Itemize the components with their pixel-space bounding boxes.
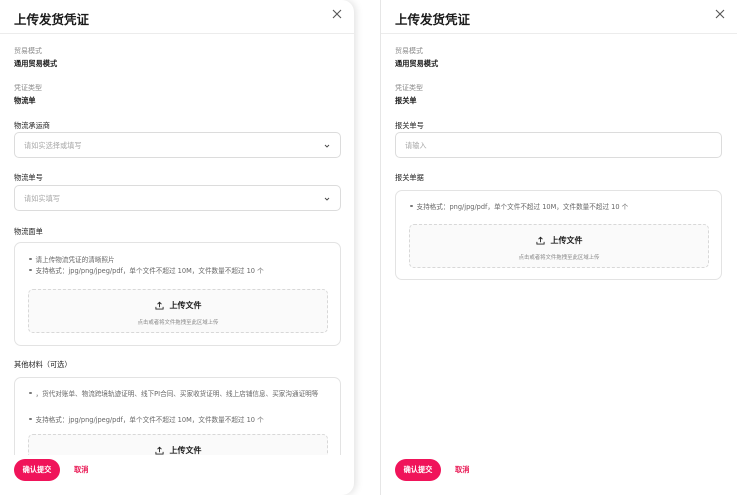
voucher-type-label: 凭证类型 (395, 84, 423, 92)
voucher-type-value: 报关单 (395, 96, 417, 105)
trade-mode-value: 通用贸易模式 (14, 59, 58, 68)
trade-mode-value: 通用贸易模式 (395, 59, 439, 68)
customs-doc-upload-box: 支持格式：png/jpg/pdf，单个文件不超过 10M，文件数量不超过 10 … (395, 190, 722, 280)
upload-button[interactable]: 上传文件 (29, 300, 327, 311)
upload-voucher-dialog-customs: 上传发货凭证 贸易模式 通用贸易模式 凭证类型 报关单 报关单号 请输入 报关单… (380, 0, 737, 495)
other-bullet: 支持格式：jpg/png/jpeg/pdf，单个文件不超过 10M，文件数量不超… (29, 416, 264, 425)
waybill-label: 物流面单 (14, 227, 43, 236)
carrier-placeholder: 请如实选择或填写 (24, 141, 82, 150)
dialog-title: 上传发货凭证 (395, 12, 471, 27)
other-materials-box: ，货代对账单、物流跨境轨迹证明、线下PI合同、买家收货证明、线上店铺信息、买家沟… (14, 377, 341, 455)
other-bullet: ，货代对账单、物流跨境轨迹证明、线下PI合同、买家收货证明、线上店铺信息、买家沟… (29, 390, 329, 399)
other-materials-label: 其他材料（可选） (14, 360, 72, 369)
cancel-button[interactable]: 取消 (74, 459, 88, 481)
carrier-label: 物流承运商 (14, 121, 50, 130)
trade-mode-label: 贸易模式 (14, 47, 42, 55)
upload-button[interactable]: 上传文件 (29, 445, 327, 455)
upload-icon (535, 236, 545, 245)
customs-no-label: 报关单号 (395, 121, 424, 130)
customs-doc-label: 报关单据 (395, 173, 424, 182)
dialog-body: 贸易模式 通用贸易模式 凭证类型 物流单 物流承运商 请如实选择或填写 物流单号… (0, 34, 354, 455)
tracking-label: 物流单号 (14, 173, 43, 182)
tracking-placeholder: 请如实填写 (24, 194, 60, 203)
waybill-bullet: 支持格式：jpg/png/jpeg/pdf，单个文件不超过 10M，文件数量不超… (29, 267, 264, 276)
chevron-down-icon (324, 144, 330, 148)
customs-bullet: 支持格式：png/jpg/pdf，单个文件不超过 10M，文件数量不超过 10 … (410, 203, 628, 212)
dialog-title: 上传发货凭证 (14, 12, 90, 27)
customs-no-placeholder: 请输入 (405, 141, 427, 150)
dialog-header: 上传发货凭证 (0, 0, 354, 34)
upload-hint: 点击或者将文件拖拽至此区域上传 (518, 255, 600, 261)
chevron-down-icon (324, 197, 330, 201)
voucher-type-label: 凭证类型 (14, 84, 42, 92)
customs-no-input[interactable]: 请输入 (395, 132, 722, 158)
dialog-footer: 确认提交 取消 (0, 455, 354, 495)
close-icon[interactable] (330, 7, 344, 21)
confirm-submit-button[interactable]: 确认提交 (395, 459, 441, 481)
waybill-upload-box: 请上传物流凭证的清晰照片 支持格式：jpg/png/jpeg/pdf，单个文件不… (14, 242, 341, 346)
cancel-button[interactable]: 取消 (455, 459, 469, 481)
tracking-select[interactable]: 请如实填写 (14, 185, 341, 211)
upload-button[interactable]: 上传文件 (410, 235, 708, 246)
upload-hint: 点击或者将文件拖拽至此区域上传 (137, 320, 219, 326)
customs-dropzone[interactable]: 上传文件 点击或者将文件拖拽至此区域上传 (409, 224, 709, 268)
carrier-select[interactable]: 请如实选择或填写 (14, 132, 341, 158)
dialog-footer: 确认提交 取消 (381, 455, 737, 495)
other-dropzone[interactable]: 上传文件 (28, 434, 328, 455)
close-icon[interactable] (713, 7, 727, 21)
trade-mode-label: 贸易模式 (395, 47, 423, 55)
dialog-header: 上传发货凭证 (381, 0, 737, 34)
dialog-body: 贸易模式 通用贸易模式 凭证类型 报关单 报关单号 请输入 报关单据 支持格式：… (381, 34, 737, 455)
waybill-bullet: 请上传物流凭证的清晰照片 (29, 256, 115, 265)
upload-icon (154, 301, 164, 310)
stage: 上传发货凭证 贸易模式 通用贸易模式 凭证类型 物流单 物流承运商 请如实选择或… (0, 0, 737, 495)
upload-icon (154, 446, 164, 455)
voucher-type-value: 物流单 (14, 96, 36, 105)
waybill-dropzone[interactable]: 上传文件 点击或者将文件拖拽至此区域上传 (28, 289, 328, 333)
upload-voucher-dialog-logistics: 上传发货凭证 贸易模式 通用贸易模式 凭证类型 物流单 物流承运商 请如实选择或… (0, 0, 354, 495)
confirm-submit-button[interactable]: 确认提交 (14, 459, 60, 481)
